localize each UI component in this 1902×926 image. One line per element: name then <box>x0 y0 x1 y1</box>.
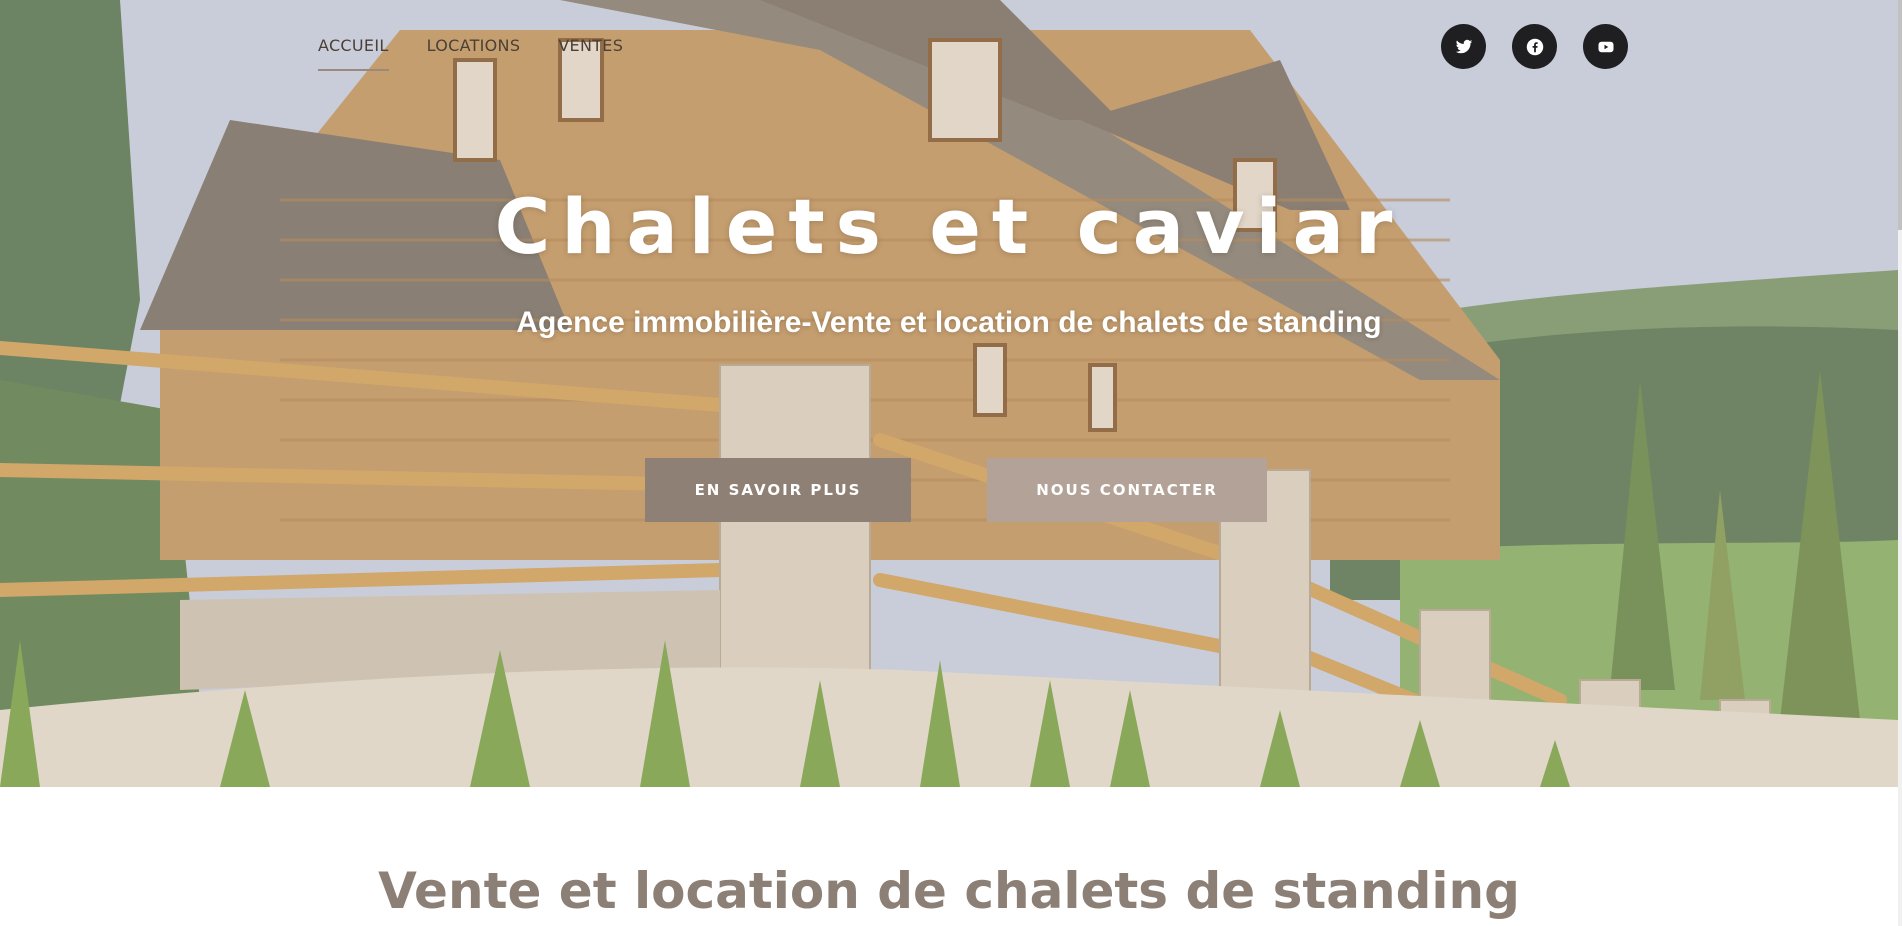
hero-title: Chalets et caviar <box>494 182 1404 271</box>
nav-item-ventes[interactable]: VENTES <box>558 36 623 71</box>
hero-section: ACCUEIL LOCATIONS VENTES Chalets et cavi… <box>0 0 1898 787</box>
nav-item-locations[interactable]: LOCATIONS <box>427 36 521 71</box>
nav-item-accueil[interactable]: ACCUEIL <box>318 36 389 71</box>
hero-subtitle: Agence immobilière-Vente et location de … <box>516 306 1382 339</box>
learn-more-button[interactable]: EN SAVOIR PLUS <box>645 458 911 522</box>
facebook-icon[interactable] <box>1512 24 1557 69</box>
hero-overlay <box>0 0 1898 787</box>
main-nav: ACCUEIL LOCATIONS VENTES <box>318 36 623 71</box>
scrollbar-thumb[interactable] <box>1898 0 1902 230</box>
twitter-icon[interactable] <box>1441 24 1486 69</box>
contact-us-button[interactable]: NOUS CONTACTER <box>987 458 1267 522</box>
youtube-icon[interactable] <box>1583 24 1628 69</box>
section-heading: Vente et location de chalets de standing <box>378 862 1520 920</box>
social-links <box>1441 24 1628 69</box>
